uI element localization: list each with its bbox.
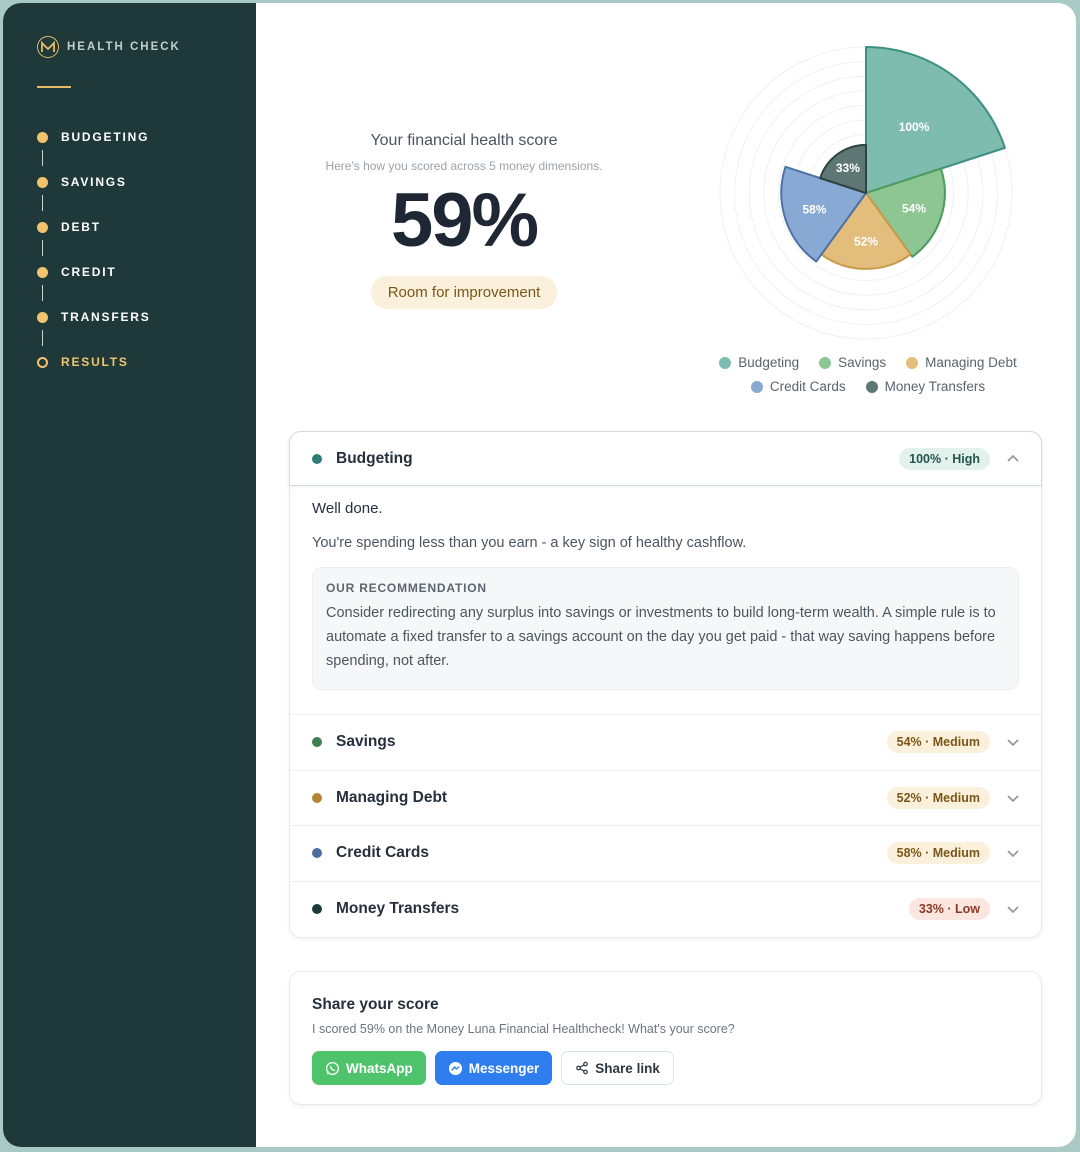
legend-label: Budgeting bbox=[738, 355, 800, 370]
step-connector bbox=[42, 150, 43, 166]
step-label: DEBT bbox=[61, 220, 101, 234]
step-connector bbox=[42, 240, 43, 256]
share-icon bbox=[576, 1061, 589, 1075]
accordion-header-savings[interactable]: Savings 54% · Medium bbox=[290, 715, 1041, 771]
result-description: You're spending less than you earn - a k… bbox=[312, 535, 747, 551]
accordion-title: Credit Cards bbox=[336, 844, 430, 862]
brand: HEALTH CHECK bbox=[37, 36, 181, 58]
accordion-title: Budgeting bbox=[336, 449, 413, 467]
whatsapp-icon bbox=[325, 1061, 340, 1075]
legend-label: Money Transfers bbox=[884, 379, 986, 394]
step-complete-dot-icon bbox=[37, 312, 48, 323]
chart-slices bbox=[780, 46, 1006, 270]
accordion-header-credit-cards[interactable]: Credit Cards 58% · Medium bbox=[290, 826, 1041, 882]
whatsapp-share-button[interactable]: WhatsApp bbox=[312, 1051, 426, 1085]
legend-item-money-transfers[interactable]: Money Transfers bbox=[865, 379, 986, 394]
accordion-title: Money Transfers bbox=[336, 900, 460, 918]
accordion-panel-budgeting: Well done. You're spending less than you… bbox=[290, 486, 1041, 715]
score-summary: Your financial health score Here's how y… bbox=[299, 132, 629, 309]
step-complete-dot-icon bbox=[37, 132, 48, 143]
step-complete-dot-icon bbox=[37, 267, 48, 278]
accordion-title: Savings bbox=[336, 733, 396, 751]
results-accordion: Budgeting 100% · High Well done. You're … bbox=[289, 431, 1042, 938]
step-connector bbox=[42, 195, 43, 211]
score-title: Your financial health score bbox=[370, 132, 558, 149]
recommendation-text: Consider redirecting any surplus into sa… bbox=[326, 605, 996, 669]
chevron-down-icon[interactable] bbox=[1006, 846, 1020, 860]
chart-legend: Budgeting Savings Managing Debt Credit C… bbox=[693, 355, 1043, 403]
share-card: Share your score I scored 59% on the Mon… bbox=[289, 971, 1042, 1105]
accordion-header-budgeting[interactable]: Budgeting 100% · High bbox=[289, 431, 1042, 486]
brand-divider bbox=[37, 86, 71, 88]
chart-data-label: 52% bbox=[854, 235, 878, 249]
step-label: RESULTS bbox=[61, 355, 129, 369]
legend-swatch-icon bbox=[750, 380, 763, 393]
accordion-title: Managing Debt bbox=[336, 788, 448, 806]
category-dot-icon bbox=[312, 453, 322, 464]
score-badge: 58% · Medium bbox=[886, 842, 990, 865]
button-label: WhatsApp bbox=[346, 1060, 413, 1076]
chart-data-label: 33% bbox=[836, 161, 860, 175]
app-frame: HEALTH CHECK BUDGETING SAVINGS DEBT CRED bbox=[3, 3, 1076, 1147]
category-dot-icon bbox=[312, 737, 322, 748]
step-label: BUDGETING bbox=[61, 130, 150, 144]
score-badge: 33% · Low bbox=[908, 898, 990, 921]
chart-data-label: 58% bbox=[802, 203, 826, 217]
category-dot-icon bbox=[312, 792, 322, 803]
legend-label: Savings bbox=[838, 355, 887, 370]
result-headline: Well done. bbox=[312, 500, 383, 517]
legend-swatch-icon bbox=[906, 356, 919, 369]
legend-item-budgeting[interactable]: Budgeting bbox=[719, 355, 799, 370]
score-value: 59% bbox=[390, 178, 539, 263]
messenger-icon bbox=[448, 1061, 462, 1075]
category-dot-icon bbox=[312, 848, 322, 859]
score-badge: 100% · High bbox=[899, 447, 990, 470]
chart-data-label: 54% bbox=[902, 202, 926, 216]
legend-swatch-icon bbox=[865, 380, 878, 393]
legend-item-savings[interactable]: Savings bbox=[819, 355, 886, 370]
legend-label: Credit Cards bbox=[769, 379, 846, 394]
recommendation-title: OUR RECOMMENDATION bbox=[326, 581, 487, 595]
step-label: CREDIT bbox=[61, 265, 117, 279]
chart-data-label: 100% bbox=[899, 120, 930, 134]
chevron-down-icon[interactable] bbox=[1006, 735, 1020, 749]
button-label: Share link bbox=[595, 1060, 660, 1076]
step-label: TRANSFERS bbox=[61, 310, 151, 324]
accordion-header-managing-debt[interactable]: Managing Debt 52% · Medium bbox=[290, 771, 1041, 826]
share-buttons: WhatsApp Messenger Share link bbox=[312, 1051, 674, 1085]
legend-item-credit-cards[interactable]: Credit Cards bbox=[750, 379, 846, 394]
polar-area-chart: 100% 54% 52% 58% 33% bbox=[719, 46, 1013, 340]
accordion-header-money-transfers[interactable]: Money Transfers 33% · Low bbox=[290, 882, 1041, 938]
chevron-up-icon[interactable] bbox=[1006, 452, 1020, 466]
brand-title: HEALTH CHECK bbox=[67, 41, 181, 53]
category-dot-icon bbox=[312, 904, 322, 915]
recommendation-box: OUR RECOMMENDATION Consider redirecting … bbox=[312, 567, 1019, 690]
button-label: Messenger bbox=[468, 1060, 540, 1076]
score-badge: 54% · Medium bbox=[886, 731, 990, 754]
messenger-share-button[interactable]: Messenger bbox=[434, 1051, 553, 1085]
share-message: I scored 59% on the Money Luna Financial… bbox=[312, 1022, 735, 1036]
score-badge: 52% · Medium bbox=[886, 786, 990, 809]
step-label: SAVINGS bbox=[61, 175, 127, 189]
step-current-ring-icon bbox=[37, 357, 48, 368]
score-subtitle: Here's how you scored across 5 money dim… bbox=[325, 159, 603, 173]
sidebar: HEALTH CHECK BUDGETING SAVINGS DEBT CRED bbox=[3, 3, 256, 1147]
legend-swatch-icon bbox=[719, 356, 732, 369]
share-title: Share your score bbox=[312, 996, 439, 1013]
money-luna-logo-icon bbox=[37, 36, 59, 58]
step-complete-dot-icon bbox=[37, 222, 48, 233]
step-connector bbox=[42, 330, 43, 346]
step-complete-dot-icon bbox=[37, 177, 48, 188]
share-link-button[interactable]: Share link bbox=[561, 1051, 674, 1085]
legend-swatch-icon bbox=[819, 356, 832, 369]
chevron-down-icon[interactable] bbox=[1006, 791, 1020, 805]
legend-label: Managing Debt bbox=[925, 355, 1017, 370]
chevron-down-icon[interactable] bbox=[1006, 902, 1020, 916]
score-status-badge: Room for improvement bbox=[370, 276, 558, 309]
step-connector bbox=[42, 285, 43, 301]
legend-item-managing-debt[interactable]: Managing Debt bbox=[906, 355, 1017, 370]
